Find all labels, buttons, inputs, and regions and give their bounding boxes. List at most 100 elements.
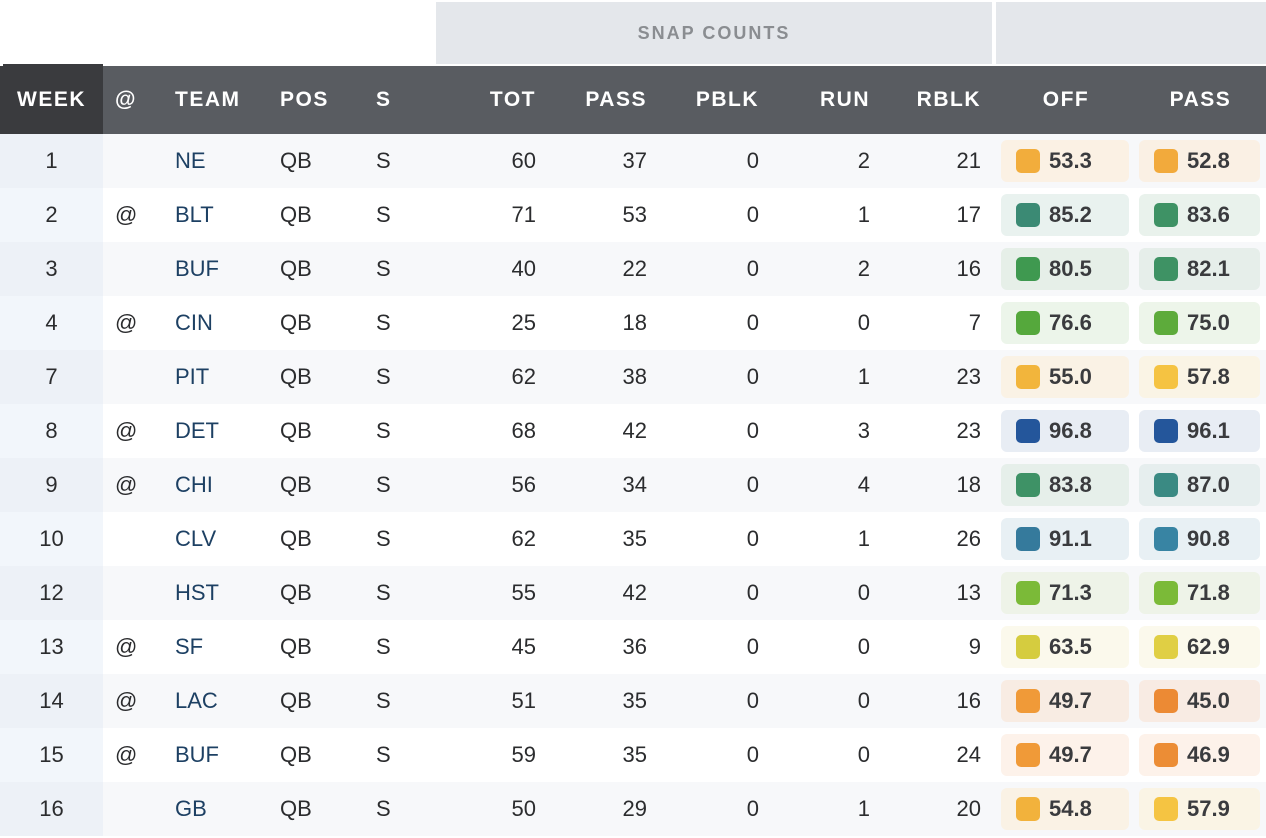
table-row[interactable]: 2 @ BLT QB S 71 53 0 1 17 85.2 83.6	[0, 188, 1266, 242]
grade-color-swatch-icon	[1016, 527, 1040, 551]
table-cell-pass-grade: 87.0	[1135, 458, 1266, 512]
column-header-rblk[interactable]: RBLK	[886, 66, 997, 134]
table-cell-team[interactable]: CHI	[163, 458, 274, 512]
table-cell-pos: QB	[274, 620, 370, 674]
column-header-week[interactable]: WEEK	[0, 66, 103, 134]
column-header-team[interactable]: TEAM	[163, 66, 274, 134]
table-cell-pass-snaps: 42	[552, 404, 663, 458]
grade-color-swatch-icon	[1016, 257, 1040, 281]
grade-color-swatch-icon	[1016, 365, 1040, 389]
table-cell-rblk: 9	[886, 620, 997, 674]
column-header-pass-snaps[interactable]: PASS	[552, 66, 663, 134]
column-header-pos[interactable]: POS	[274, 66, 370, 134]
table-cell-team[interactable]: CIN	[163, 296, 274, 350]
grade-badge: 75.0	[1139, 302, 1260, 344]
column-header-off-grade[interactable]: OFF	[997, 66, 1135, 134]
table-row[interactable]: 8 @ DET QB S 68 42 0 3 23 96.8 96.1	[0, 404, 1266, 458]
table-cell-tot: 62	[440, 512, 552, 566]
table-cell-team[interactable]: GB	[163, 782, 274, 836]
table-cell-pass-grade: 71.8	[1135, 566, 1266, 620]
table-cell-run: 0	[775, 728, 886, 782]
table-cell-pos: QB	[274, 782, 370, 836]
table-cell-pos: QB	[274, 674, 370, 728]
table-cell-run: 2	[775, 134, 886, 188]
table-cell-off-grade: 85.2	[997, 188, 1135, 242]
table-cell-pass-snaps: 29	[552, 782, 663, 836]
table-cell-s: S	[370, 458, 440, 512]
column-header-s[interactable]: S	[370, 66, 440, 134]
table-cell-tot: 51	[440, 674, 552, 728]
grade-value: 71.3	[1049, 580, 1092, 605]
table-cell-off-grade: 91.1	[997, 512, 1135, 566]
grade-color-swatch-icon	[1154, 365, 1178, 389]
grade-color-swatch-icon	[1154, 149, 1178, 173]
table-cell-tot: 25	[440, 296, 552, 350]
table-cell-pass-snaps: 37	[552, 134, 663, 188]
table-row[interactable]: 9 @ CHI QB S 56 34 0 4 18 83.8 87.0	[0, 458, 1266, 512]
column-group-header-row: SNAP COUNTS	[0, 0, 1266, 67]
table-cell-team[interactable]: NE	[163, 134, 274, 188]
grade-badge: 62.9	[1139, 626, 1260, 668]
table-row[interactable]: 16 GB QB S 50 29 0 1 20 54.8 57.9	[0, 782, 1266, 836]
table-row[interactable]: 13 @ SF QB S 45 36 0 0 9 63.5 62.9	[0, 620, 1266, 674]
table-cell-team[interactable]: DET	[163, 404, 274, 458]
table-cell-pos: QB	[274, 404, 370, 458]
table-cell-rblk: 18	[886, 458, 997, 512]
column-header-at[interactable]: @	[103, 66, 163, 134]
table-cell-pass-snaps: 18	[552, 296, 663, 350]
grade-color-swatch-icon	[1154, 203, 1178, 227]
table-cell-pos: QB	[274, 458, 370, 512]
table-cell-pos: QB	[274, 296, 370, 350]
table-cell-team[interactable]: SF	[163, 620, 274, 674]
grade-badge: 57.9	[1139, 788, 1260, 830]
table-row[interactable]: 7 PIT QB S 62 38 0 1 23 55.0 57.8	[0, 350, 1266, 404]
table-row[interactable]: 10 CLV QB S 62 35 0 1 26 91.1 90.8	[0, 512, 1266, 566]
grade-value: 45.0	[1187, 688, 1230, 713]
grade-badge: 53.3	[1001, 140, 1129, 182]
grade-badge: 54.8	[1001, 788, 1129, 830]
grade-color-swatch-icon	[1016, 311, 1040, 335]
game-log-table: WEEK @ TEAM POS S TOT PASS PBLK RUN RBLK…	[0, 66, 1266, 836]
table-cell-team[interactable]: PIT	[163, 350, 274, 404]
table-cell-team[interactable]: LAC	[163, 674, 274, 728]
table-cell-tot: 60	[440, 134, 552, 188]
table-cell-s: S	[370, 512, 440, 566]
table-body: 1 NE QB S 60 37 0 2 21 53.3 52.8 2 @ BLT QB S 71 53 0 1 17 85…	[0, 134, 1266, 836]
table-cell-pass-snaps: 38	[552, 350, 663, 404]
grade-color-swatch-icon	[1016, 203, 1040, 227]
table-row[interactable]: 3 BUF QB S 40 22 0 2 16 80.5 82.1	[0, 242, 1266, 296]
table-row[interactable]: 15 @ BUF QB S 59 35 0 0 24 49.7 46.9	[0, 728, 1266, 782]
column-header-run[interactable]: RUN	[775, 66, 886, 134]
grade-badge: 82.1	[1139, 248, 1260, 290]
table-cell-pass-grade: 57.8	[1135, 350, 1266, 404]
table-cell-s: S	[370, 134, 440, 188]
table-cell-team[interactable]: HST	[163, 566, 274, 620]
table-row[interactable]: 1 NE QB S 60 37 0 2 21 53.3 52.8	[0, 134, 1266, 188]
table-cell-week: 3	[0, 242, 103, 296]
table-cell-team[interactable]: BUF	[163, 728, 274, 782]
table-cell-pass-snaps: 35	[552, 674, 663, 728]
table-cell-team[interactable]: BLT	[163, 188, 274, 242]
grade-badge: 83.8	[1001, 464, 1129, 506]
table-cell-s: S	[370, 242, 440, 296]
table-row[interactable]: 14 @ LAC QB S 51 35 0 0 16 49.7 45.0	[0, 674, 1266, 728]
grade-badge: 90.8	[1139, 518, 1260, 560]
table-cell-run: 0	[775, 620, 886, 674]
table-cell-team[interactable]: CLV	[163, 512, 274, 566]
table-cell-run: 4	[775, 458, 886, 512]
table-row[interactable]: 4 @ CIN QB S 25 18 0 0 7 76.6 75.0	[0, 296, 1266, 350]
table-cell-week: 14	[0, 674, 103, 728]
table-cell-pass-grade: 90.8	[1135, 512, 1266, 566]
table-cell-pblk: 0	[663, 134, 775, 188]
column-header-tot[interactable]: TOT	[440, 66, 552, 134]
grade-color-swatch-icon	[1016, 689, 1040, 713]
table-cell-at: @	[103, 404, 163, 458]
table-cell-off-grade: 63.5	[997, 620, 1135, 674]
grade-badge: 49.7	[1001, 734, 1129, 776]
table-cell-team[interactable]: BUF	[163, 242, 274, 296]
table-row[interactable]: 12 HST QB S 55 42 0 0 13 71.3 71.8	[0, 566, 1266, 620]
column-header-pass-grade[interactable]: PASS	[1135, 66, 1266, 134]
grade-value: 90.8	[1187, 526, 1230, 551]
table-cell-off-grade: 49.7	[997, 674, 1135, 728]
column-header-pblk[interactable]: PBLK	[663, 66, 775, 134]
